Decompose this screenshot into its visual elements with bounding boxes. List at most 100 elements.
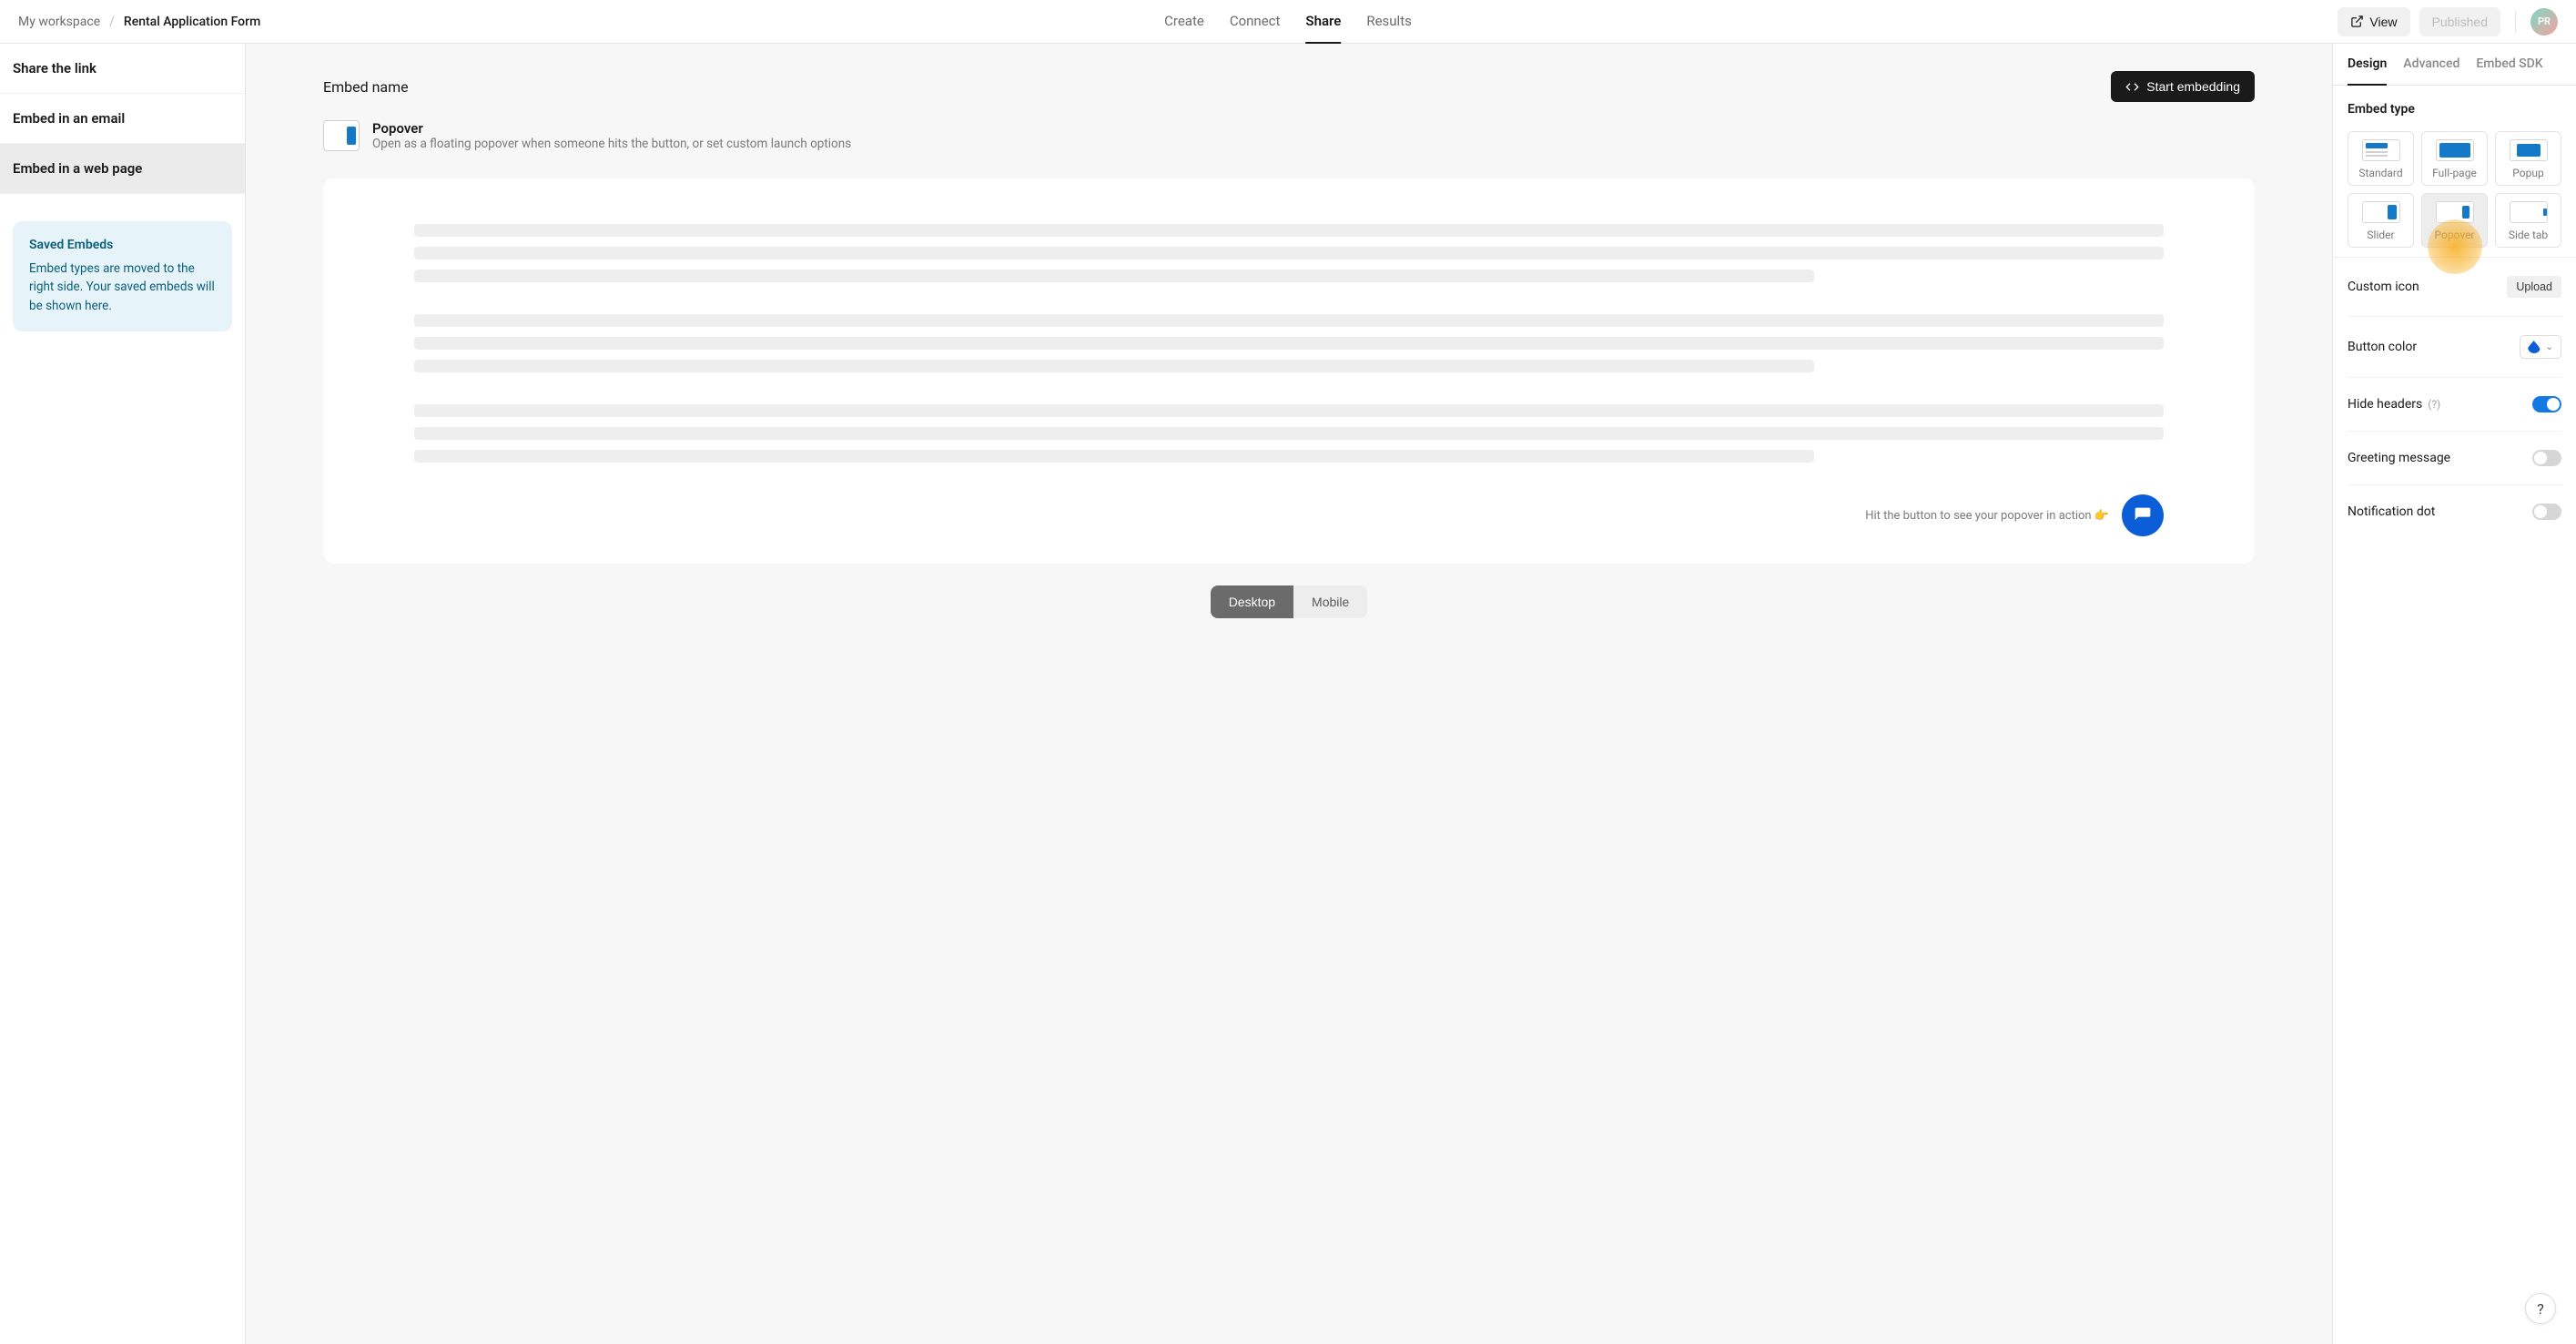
- sidebar-item-embed-email[interactable]: Embed in an email: [0, 94, 245, 144]
- popover-icon: [2436, 201, 2474, 223]
- setting-greeting-message: Greeting message: [2348, 432, 2561, 485]
- right-panel-tabs: Design Advanced Embed SDK: [2333, 44, 2576, 86]
- saved-embeds-title: Saved Embeds: [29, 238, 216, 252]
- start-embedding-label: Start embedding: [2146, 79, 2240, 94]
- hide-headers-text: Hide headers: [2348, 397, 2422, 412]
- embed-type-popover[interactable]: Popover: [2421, 193, 2488, 248]
- device-mobile-button[interactable]: Mobile: [1293, 585, 1367, 618]
- skeleton-line: [414, 427, 2164, 440]
- published-button: Published: [2419, 7, 2501, 36]
- embed-type-label: Standard: [2352, 167, 2409, 179]
- left-sidebar: Share the link Embed in an email Embed i…: [0, 44, 246, 1344]
- sidebar-item-embed-webpage[interactable]: Embed in a web page: [0, 144, 245, 194]
- embed-type-slider[interactable]: Slider: [2348, 193, 2414, 248]
- button-color-picker[interactable]: ⌄: [2520, 335, 2561, 359]
- preview-card: Hit the button to see your popover in ac…: [323, 178, 2255, 564]
- fullpage-icon: [2436, 139, 2474, 161]
- popover-launch-button[interactable]: [2122, 494, 2164, 536]
- tab-share[interactable]: Share: [1305, 0, 1341, 44]
- color-drop-icon: [2528, 341, 2541, 353]
- top-header: My workspace / Rental Application Form C…: [0, 0, 2576, 44]
- avatar[interactable]: PR: [2530, 8, 2558, 36]
- top-tabs: Create Connect Share Results: [1164, 0, 1412, 44]
- embed-type-standard[interactable]: Standard: [2348, 131, 2414, 186]
- tab-connect[interactable]: Connect: [1230, 0, 1281, 44]
- breadcrumb-workspace[interactable]: My workspace: [18, 15, 100, 29]
- embed-type-label: Popup: [2500, 167, 2557, 179]
- sidetab-icon: [2510, 201, 2548, 223]
- popup-icon: [2510, 139, 2548, 161]
- skeleton-group: [414, 404, 2164, 463]
- external-link-icon: [2350, 15, 2364, 28]
- top-right-actions: View Published PR: [2338, 7, 2558, 36]
- embed-type-label: Slider: [2352, 229, 2409, 241]
- setting-button-color: Button color ⌄: [2348, 317, 2561, 378]
- embed-type-sidetab[interactable]: Side tab: [2495, 193, 2561, 248]
- device-toggle-group: Desktop Mobile: [1211, 585, 1368, 618]
- help-hint-icon[interactable]: (?): [2428, 398, 2440, 411]
- preview-hint-text: Hit the button to see your popover in ac…: [1865, 509, 2109, 523]
- skeleton-line: [414, 224, 2164, 237]
- embed-type-section-label: Embed type: [2348, 102, 2561, 117]
- skeleton-group: [414, 314, 2164, 372]
- center-panel: Embed name Start embedding Popover Open …: [246, 44, 2332, 1344]
- skeleton-group: [414, 224, 2164, 282]
- tab-advanced[interactable]: Advanced: [2403, 44, 2459, 86]
- saved-embeds-box: Saved Embeds Embed types are moved to th…: [13, 221, 232, 331]
- tab-create[interactable]: Create: [1164, 0, 1204, 44]
- embed-type-title: Popover: [372, 120, 2255, 137]
- skeleton-line: [414, 360, 1814, 372]
- embed-type-grid: Standard Full-page Popup Slider: [2348, 131, 2561, 248]
- embed-type-label: Full-page: [2426, 167, 2483, 179]
- right-panel-body: Embed type Standard Full-page Popup: [2333, 86, 2576, 1344]
- sidebar-item-share-link[interactable]: Share the link: [0, 44, 245, 94]
- notification-toggle[interactable]: [2532, 504, 2561, 520]
- start-embedding-button[interactable]: Start embedding: [2111, 71, 2255, 102]
- notification-label: Notification dot: [2348, 504, 2435, 519]
- popover-thumb-icon: [323, 120, 360, 151]
- saved-embeds-desc: Embed types are moved to the right side.…: [29, 260, 216, 315]
- skeleton-line: [414, 247, 2164, 260]
- code-icon: [2125, 80, 2139, 94]
- setting-custom-icon: Custom icon Upload: [2348, 258, 2561, 317]
- breadcrumb-current[interactable]: Rental Application Form: [124, 15, 260, 29]
- button-color-label: Button color: [2348, 340, 2417, 354]
- upload-button[interactable]: Upload: [2507, 276, 2561, 298]
- center-header: Embed name Start embedding: [323, 71, 2255, 102]
- tab-results[interactable]: Results: [1366, 0, 1412, 44]
- embed-type-popup[interactable]: Popup: [2495, 131, 2561, 186]
- device-toggle: Desktop Mobile: [323, 585, 2255, 618]
- embed-description-row: Popover Open as a floating popover when …: [323, 120, 2255, 151]
- tab-design[interactable]: Design: [2348, 44, 2387, 86]
- slider-icon: [2362, 201, 2400, 223]
- view-button[interactable]: View: [2338, 7, 2409, 36]
- custom-icon-label: Custom icon: [2348, 280, 2419, 294]
- divider: [2515, 11, 2516, 33]
- embed-type-label: Side tab: [2500, 229, 2557, 241]
- embed-type-label: Popover: [2426, 229, 2483, 241]
- setting-hide-headers: Hide headers (?): [2348, 378, 2561, 432]
- greeting-toggle[interactable]: [2532, 450, 2561, 466]
- hide-headers-toggle[interactable]: [2532, 396, 2561, 412]
- setting-notification-dot: Notification dot: [2348, 485, 2561, 538]
- embed-description-text: Popover Open as a floating popover when …: [372, 120, 2255, 151]
- tab-embed-sdk[interactable]: Embed SDK: [2476, 44, 2542, 86]
- chat-icon: [2134, 506, 2152, 524]
- view-label: View: [2369, 15, 2397, 29]
- skeleton-line: [414, 404, 2164, 417]
- skeleton-line: [414, 314, 2164, 327]
- help-button[interactable]: ?: [2525, 1293, 2556, 1324]
- breadcrumb-separator: /: [109, 15, 115, 29]
- device-desktop-button[interactable]: Desktop: [1211, 585, 1293, 618]
- embed-type-subtitle: Open as a floating popover when someone …: [372, 137, 2255, 151]
- right-panel: Design Advanced Embed SDK Embed type Sta…: [2332, 44, 2576, 1344]
- breadcrumb: My workspace / Rental Application Form: [18, 15, 260, 29]
- skeleton-line: [414, 450, 1814, 463]
- chevron-down-icon: ⌄: [2546, 342, 2553, 352]
- preview-hint-row: Hit the button to see your popover in ac…: [414, 494, 2164, 536]
- embed-type-fullpage[interactable]: Full-page: [2421, 131, 2488, 186]
- skeleton-line: [414, 337, 2164, 350]
- embed-name-label[interactable]: Embed name: [323, 78, 409, 96]
- standard-icon: [2362, 139, 2400, 161]
- skeleton-line: [414, 270, 1814, 282]
